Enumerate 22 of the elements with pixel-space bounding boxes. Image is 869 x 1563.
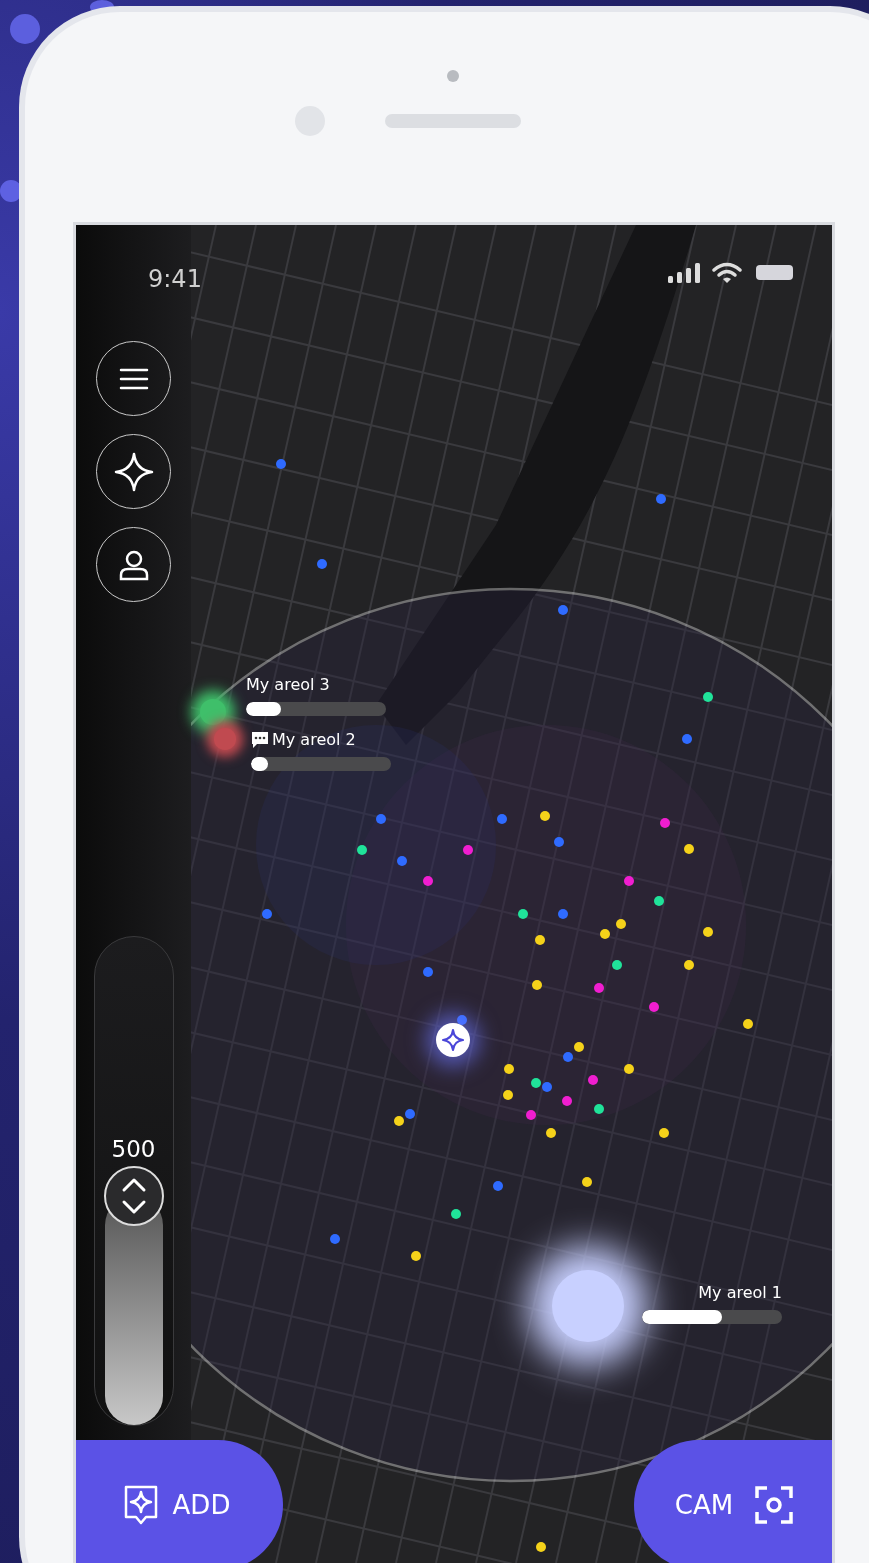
area-name: My areol 3	[246, 675, 330, 694]
speaker-icon	[385, 114, 521, 128]
area-name: My areol 1	[698, 1283, 782, 1302]
chat-icon	[251, 730, 269, 749]
camera-icon	[447, 70, 459, 82]
scan-icon	[755, 1486, 794, 1524]
battery-icon	[756, 265, 793, 280]
light-spot	[10, 14, 40, 44]
radius-slider[interactable]: 500	[93, 936, 174, 1426]
menu-icon	[118, 366, 149, 391]
slider-handle[interactable]	[103, 1165, 164, 1226]
add-place-icon	[122, 1484, 159, 1526]
add-button[interactable]: ADD	[76, 1440, 283, 1563]
area-name: My areol 2	[272, 730, 356, 749]
wifi-icon	[712, 262, 742, 284]
light-spot	[0, 180, 22, 202]
signal-icon	[668, 263, 702, 283]
star-icon	[113, 451, 154, 492]
camera-button[interactable]: CAM	[634, 1440, 832, 1563]
profile-icon	[117, 548, 150, 581]
radius-value: 500	[110, 1135, 157, 1162]
status-time: 9:41	[148, 265, 202, 293]
